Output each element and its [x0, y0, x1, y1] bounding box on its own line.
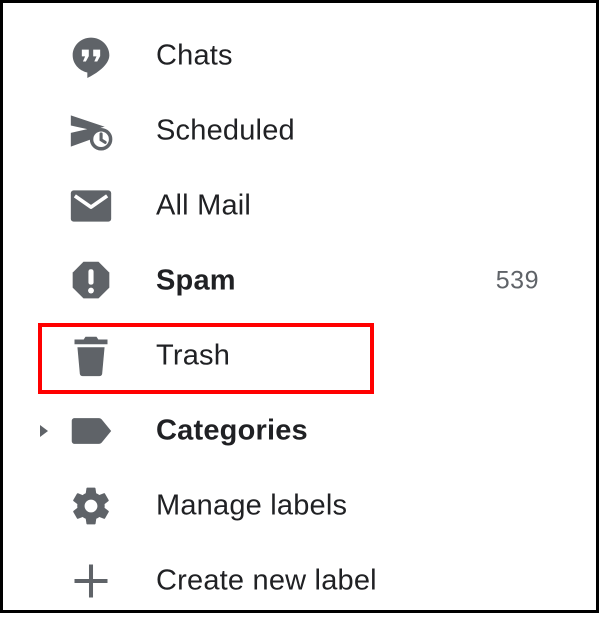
nav-item-label: Scheduled: [156, 114, 295, 146]
spam-report-icon: [69, 259, 113, 303]
nav-item-all-mail[interactable]: All Mail: [3, 168, 596, 243]
nav-item-trash[interactable]: Trash: [3, 318, 596, 393]
label-tag-icon: [69, 409, 113, 453]
nav-item-label: Spam: [156, 264, 236, 296]
nav-item-label: Trash: [156, 339, 231, 371]
nav-item-categories[interactable]: Categories: [3, 393, 596, 468]
screenshot-frame: Chats Scheduled All Mail Spam 539 Trash …: [0, 0, 599, 613]
nav-item-chats[interactable]: Chats: [3, 18, 596, 93]
plus-icon: [69, 559, 113, 603]
chat-bubble-icon: [69, 34, 113, 78]
gear-icon: [69, 484, 113, 528]
mail-sidebar-nav: Chats Scheduled All Mail Spam 539 Trash …: [3, 3, 596, 610]
nav-item-label: Categories: [156, 414, 308, 446]
nav-item-label: Manage labels: [156, 489, 348, 521]
nav-item-spam[interactable]: Spam 539: [3, 243, 596, 318]
envelope-icon: [69, 184, 113, 228]
nav-item-manage-labels[interactable]: Manage labels: [3, 468, 596, 543]
expand-arrow-icon[interactable]: [37, 421, 51, 441]
nav-item-scheduled[interactable]: Scheduled: [3, 93, 596, 168]
nav-item-create-new-label[interactable]: Create new label: [3, 543, 596, 618]
nav-item-label: Create new label: [156, 564, 377, 596]
trash-icon: [69, 334, 113, 378]
nav-item-label: Chats: [156, 39, 233, 71]
scheduled-send-icon: [69, 109, 113, 153]
nav-item-label: All Mail: [156, 189, 252, 221]
unread-count-badge: 539: [495, 266, 539, 294]
